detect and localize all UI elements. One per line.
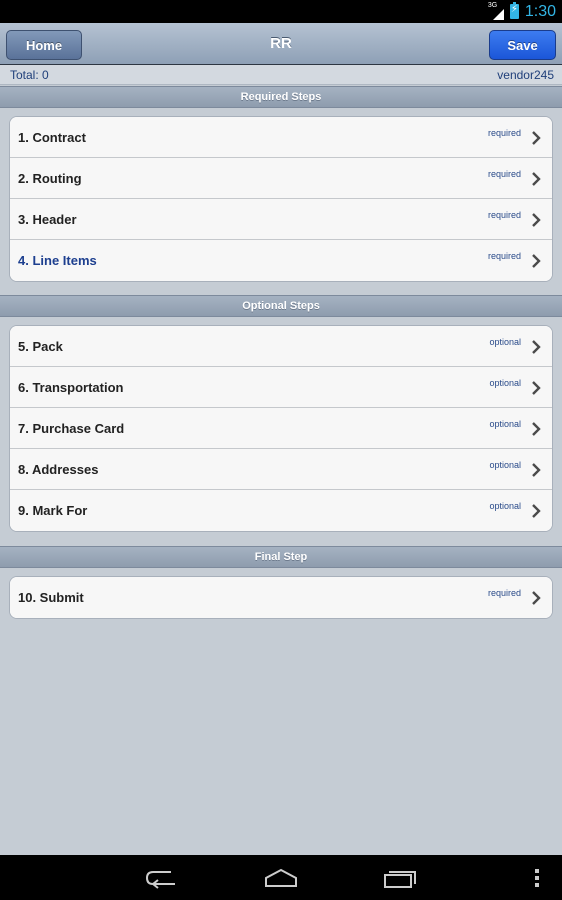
list-item-label: 6. Transportation (18, 379, 124, 395)
system-nav-bar (0, 855, 562, 900)
app-toolbar: RR Home Save (0, 23, 562, 65)
list-item-mark-for[interactable]: 9. Mark For optional (10, 490, 552, 531)
chevron-right-icon (532, 213, 541, 227)
status-tag: optional (489, 460, 521, 470)
recent-apps-icon[interactable] (378, 865, 422, 891)
list-item-label: 7. Purchase Card (18, 420, 125, 436)
chevron-right-icon (532, 381, 541, 395)
list-item-pack[interactable]: 5. Pack optional (10, 326, 552, 367)
status-tag: required (487, 169, 521, 179)
status-tag: required (487, 210, 521, 220)
status-tag: required (487, 128, 521, 138)
page-title: RR (270, 35, 292, 52)
menu-icon[interactable] (527, 865, 547, 891)
status-tag: optional (489, 501, 521, 511)
total-count: Total: 0 (10, 67, 49, 82)
status-tag: required (487, 251, 521, 261)
chevron-right-icon (532, 131, 541, 145)
section-header-optional: Optional Steps (0, 295, 562, 317)
battery-icon (509, 2, 519, 19)
list-item-routing[interactable]: 2. Routing required (10, 158, 552, 199)
chevron-right-icon (532, 591, 541, 605)
list-item-addresses[interactable]: 8. Addresses optional (10, 449, 552, 490)
list-item-label: 4. Line Items (18, 253, 97, 268)
chevron-right-icon (532, 340, 541, 354)
list-item-label: 3. Header (18, 211, 77, 227)
signal-icon: 3G (487, 1, 504, 20)
section-header-required: Required Steps (0, 86, 562, 108)
section-header-final: Final Step (0, 546, 562, 568)
home-icon[interactable] (259, 865, 303, 891)
chevron-right-icon (532, 172, 541, 186)
list-item-label: 8. Addresses (18, 461, 99, 477)
chevron-right-icon (532, 254, 541, 268)
list-item-line-items[interactable]: 4. Line Items required (10, 240, 552, 281)
status-tag: optional (489, 337, 521, 347)
home-button[interactable]: Home (6, 30, 82, 60)
save-button[interactable]: Save (489, 30, 556, 60)
status-tag: optional (489, 419, 521, 429)
required-steps-list: 1. Contract required 2. Routing required… (9, 116, 553, 282)
list-item-contract[interactable]: 1. Contract required (10, 117, 552, 158)
chevron-right-icon (532, 504, 541, 518)
vendor-id: vendor245 (497, 67, 554, 82)
chevron-right-icon (532, 463, 541, 477)
network-type: 3G (487, 1, 498, 9)
optional-steps-list: 5. Pack optional 6. Transportation optio… (9, 325, 553, 532)
list-item-label: 2. Routing (18, 170, 82, 186)
status-tag: optional (489, 378, 521, 388)
list-item-header[interactable]: 3. Header required (10, 199, 552, 240)
list-item-label: 1. Contract (18, 129, 86, 145)
status-tag: required (487, 588, 521, 598)
status-time: 1:30 (524, 2, 556, 20)
list-item-submit[interactable]: 10. Submit required (10, 577, 552, 618)
list-item-purchase-card[interactable]: 7. Purchase Card optional (10, 408, 552, 449)
list-item-label: 10. Submit (18, 590, 84, 605)
list-item-transportation[interactable]: 6. Transportation optional (10, 367, 552, 408)
list-item-label: 5. Pack (18, 338, 63, 354)
status-bar: 3G 1:30 (0, 0, 562, 23)
chevron-right-icon (532, 422, 541, 436)
list-item-label: 9. Mark For (18, 503, 88, 518)
back-icon[interactable] (140, 865, 184, 891)
final-step-list: 10. Submit required (9, 576, 553, 619)
info-bar: Total: 0 vendor245 (0, 65, 562, 85)
